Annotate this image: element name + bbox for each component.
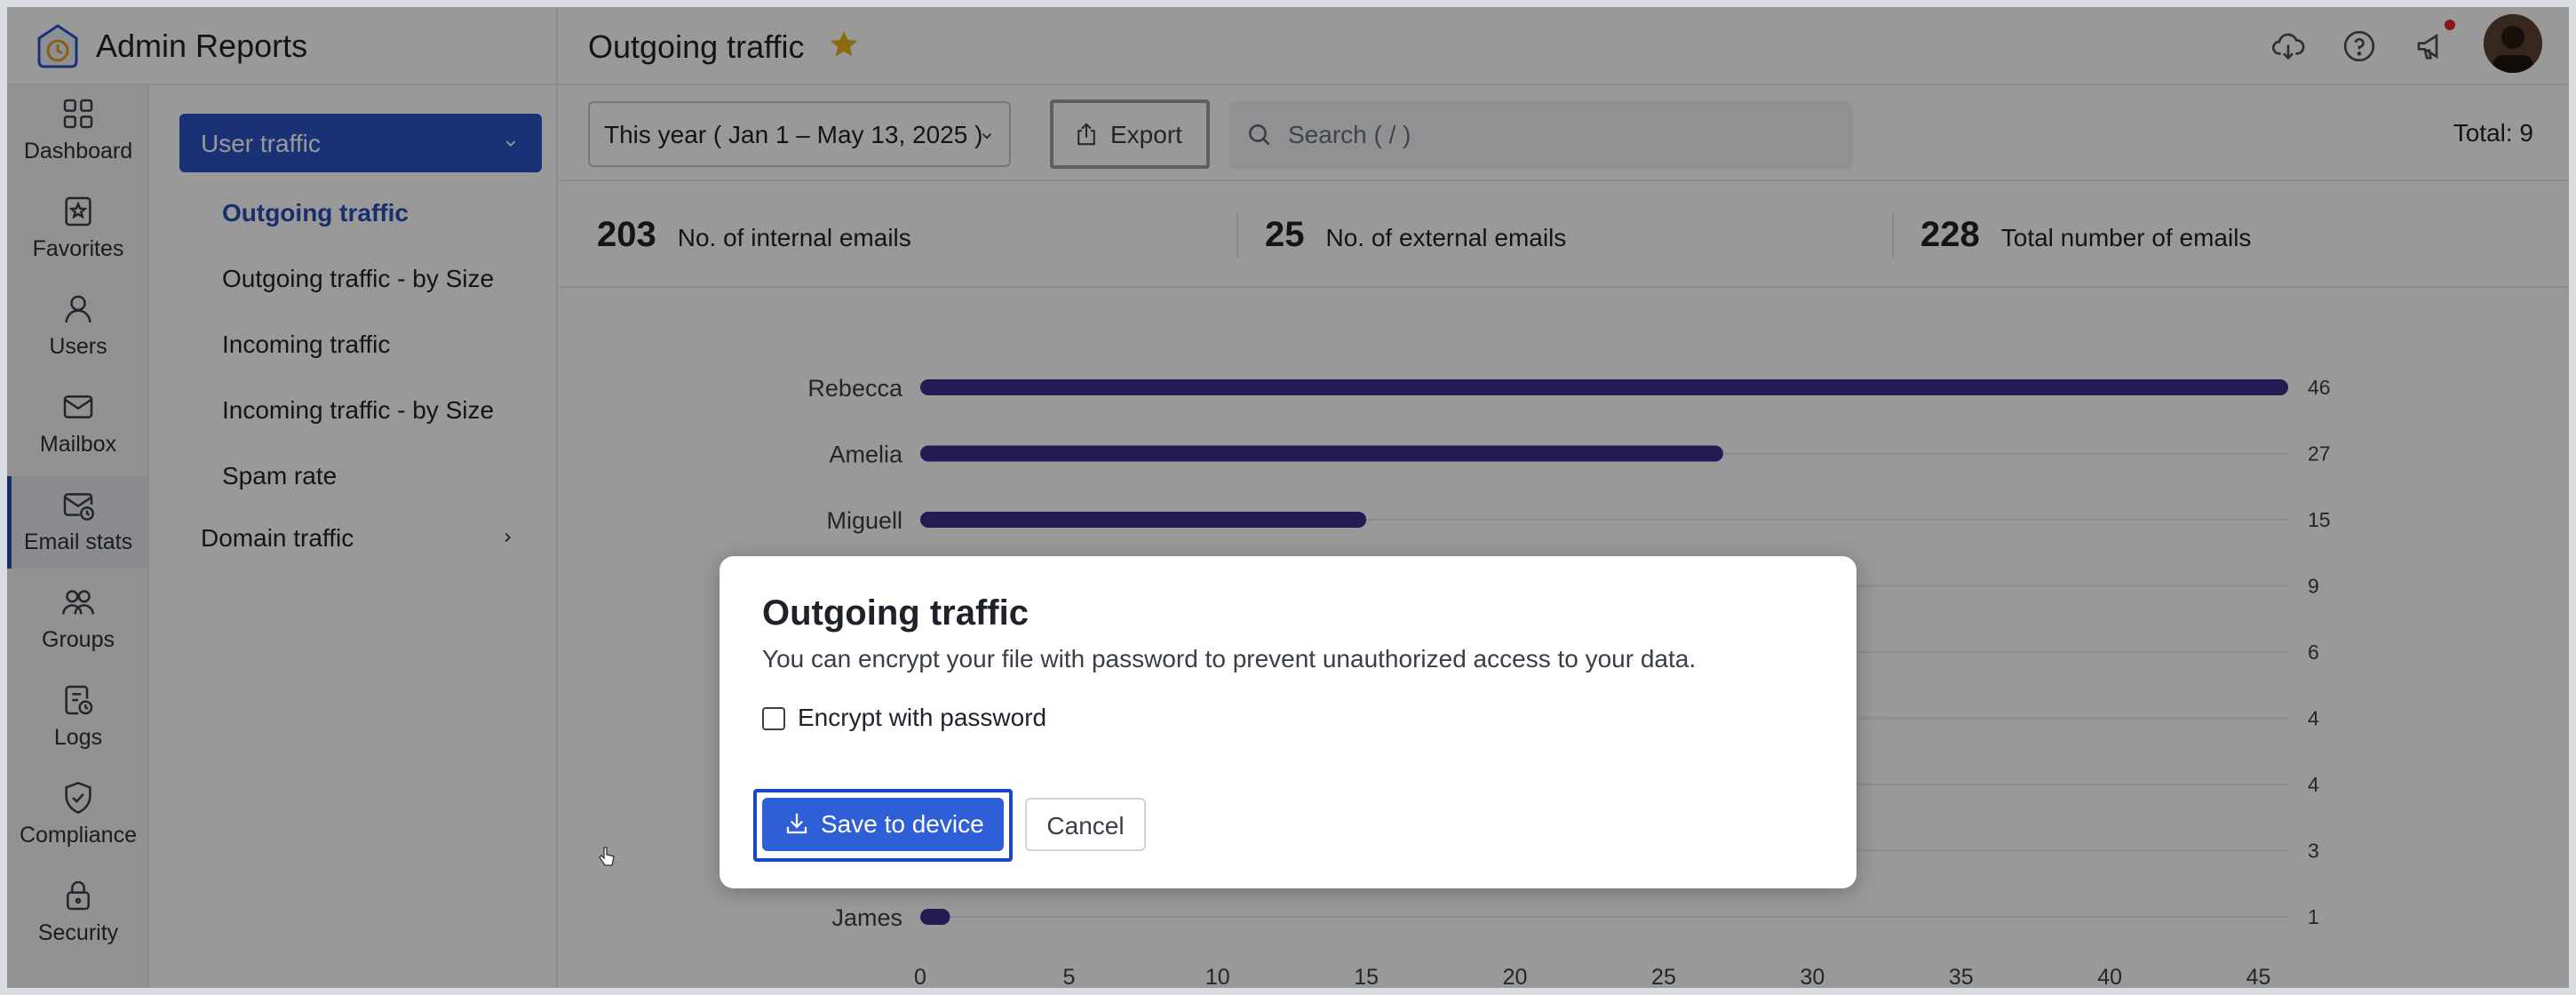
save-to-device-label: Save to device — [821, 810, 984, 838]
dialog-title: Outgoing traffic — [762, 593, 1029, 633]
encrypt-checkbox-label[interactable]: Encrypt with password — [798, 704, 1046, 732]
mouse-pointer-icon — [599, 847, 615, 866]
export-dialog: Outgoing traffic You can encrypt your fi… — [720, 556, 1856, 888]
cancel-label: Cancel — [1046, 812, 1125, 840]
app-window: Admin Reports Outgoing traffic Dashboard… — [7, 7, 2569, 988]
encrypt-checkbox[interactable] — [762, 707, 785, 730]
download-icon — [786, 813, 807, 834]
cancel-button[interactable]: Cancel — [1025, 798, 1146, 851]
dialog-description: You can encrypt your file with password … — [762, 645, 1697, 673]
save-to-device-button[interactable]: Save to device — [762, 798, 1004, 851]
